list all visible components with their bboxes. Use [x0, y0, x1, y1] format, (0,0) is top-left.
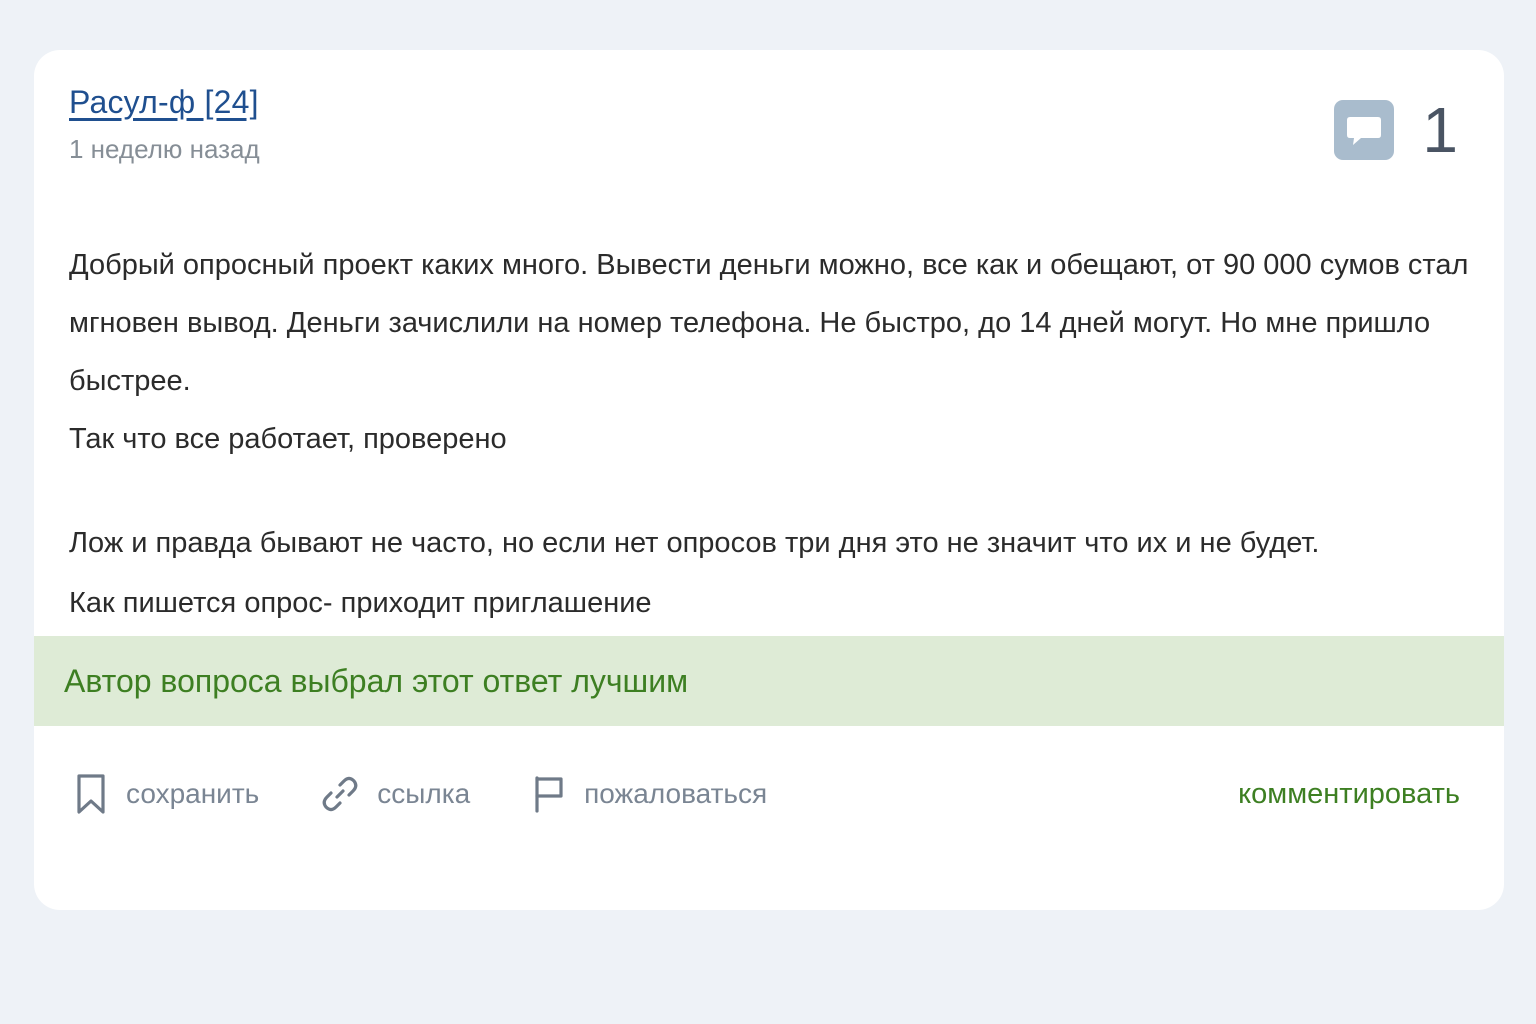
answer-body: Добрый опросный проект каких много. Выве… [69, 236, 1504, 632]
chain-link-icon [322, 776, 358, 812]
answer-line: мгновен вывод. Деньги зачислили на номер… [69, 307, 1431, 397]
best-answer-banner: Автор вопроса выбрал этот ответ лучшим [34, 636, 1504, 726]
answer-line: Так что все работает, проверено [69, 423, 507, 455]
answer-actions: сохранить ссылка пожаловаться [74, 772, 829, 816]
report-button[interactable]: пожаловаться [532, 774, 767, 814]
answer-timestamp: 1 неделю назад [69, 134, 260, 164]
save-button[interactable]: сохранить [74, 772, 259, 816]
save-label: сохранить [126, 778, 260, 809]
comment-count: 1 [1422, 94, 1458, 166]
comment-counter[interactable]: 1 [1334, 90, 1458, 170]
author-link[interactable]: Расул-ф [24] [69, 84, 259, 121]
speech-bubble-icon [1334, 100, 1395, 160]
answer-line: Добрый опросный проект каких много. Выве… [69, 249, 1469, 281]
answer-line: Как пишется опрос- приходит приглашение [69, 587, 652, 619]
comment-button[interactable]: комментировать [1238, 778, 1460, 811]
link-label: ссылка [377, 778, 471, 809]
answer-line: Лож и правда бывают не часто, но если не… [69, 527, 1320, 559]
link-button[interactable]: ссылка [321, 775, 470, 813]
report-label: пожаловаться [584, 778, 768, 809]
best-answer-label: Автор вопроса выбрал этот ответ лучшим [64, 662, 689, 699]
bookmark-icon [77, 774, 105, 814]
flag-icon [535, 776, 563, 813]
answer-card: Расул-ф [24] 1 неделю назад 1 Добрый опр… [34, 50, 1504, 910]
